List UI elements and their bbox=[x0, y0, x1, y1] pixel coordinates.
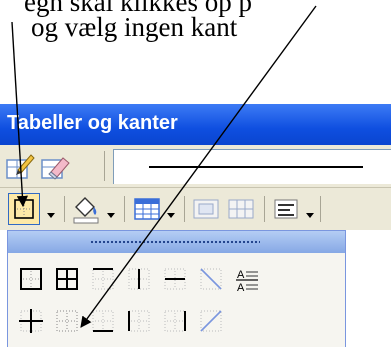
annotation-arrows bbox=[11, 5, 317, 328]
arrow-to-no-border bbox=[80, 5, 317, 328]
arrow-to-border-button bbox=[11, 21, 28, 208]
